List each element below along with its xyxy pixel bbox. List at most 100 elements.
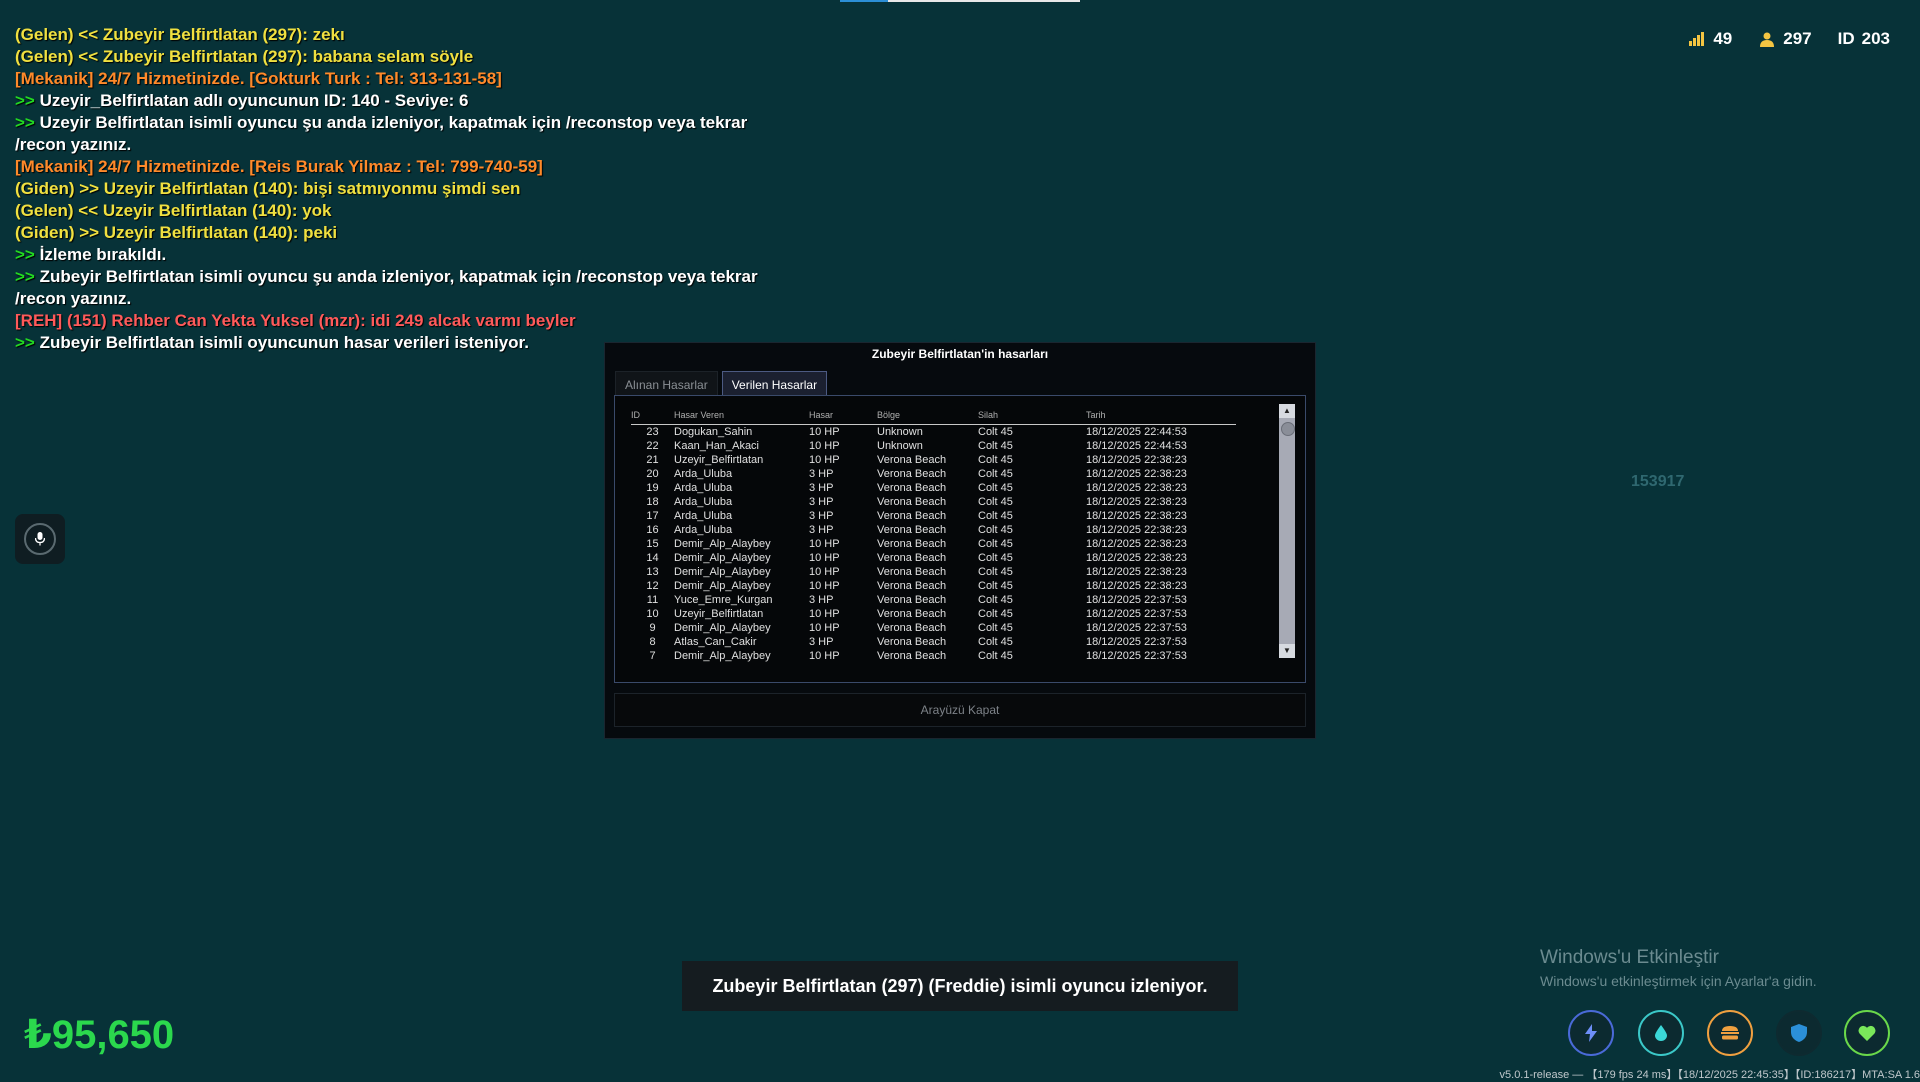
chat-text: [REH] (151) Rehber Can Yekta Yuksel (mzr… (15, 311, 576, 330)
signal-icon (1688, 31, 1706, 47)
chat-line: >> Uzeyir Belfirtlatan isimli oyuncu şu … (15, 112, 795, 156)
cell-date: 18/12/2025 22:38:23 (1086, 580, 1187, 592)
cell-damage: 3 HP (809, 496, 834, 508)
table-row[interactable]: 19 Arda_Uluba 3 HP Verona Beach Colt 45 18/12… (631, 481, 1236, 495)
cell-damage: 10 HP (809, 538, 840, 550)
chat-line: [REH] (151) Rehber Can Yekta Yuksel (mzr… (15, 310, 795, 332)
scroll-up-icon[interactable]: ▲ (1279, 404, 1295, 418)
col-id[interactable]: ID (631, 408, 674, 425)
table-row[interactable]: 12 Demir_Alp_Alaybey 10 HP Verona Beach Colt… (631, 579, 1236, 593)
chat-line: (Gelen) << Zubeyir Belfirtlatan (297): b… (15, 46, 795, 68)
chat-prefix: >> (15, 267, 35, 286)
table-row[interactable]: 9 Demir_Alp_Alaybey 10 HP Verona Beach Colt … (631, 621, 1236, 635)
table-row[interactable]: 15 Demir_Alp_Alaybey 10 HP Verona Beach Colt… (631, 537, 1236, 551)
cell-region: Unknown (877, 440, 923, 452)
cell-weapon: Colt 45 (978, 426, 1013, 438)
close-interface-button[interactable]: Arayüzü Kapat (614, 693, 1306, 727)
cell-region: Verona Beach (877, 650, 947, 662)
table-scrollbar[interactable]: ▲ ▼ (1279, 404, 1295, 658)
cell-weapon: Colt 45 (978, 608, 1013, 620)
table-row[interactable]: 13 Demir_Alp_Alaybey 10 HP Verona Beach Colt… (631, 565, 1236, 579)
col-attacker[interactable]: Hasar Veren (674, 408, 809, 425)
cell-weapon: Colt 45 (978, 622, 1013, 634)
tab-received-damage[interactable]: Alınan Hasarlar (615, 371, 718, 398)
table-row[interactable]: 22 Kaan_Han_Akaci 10 HP Unknown Colt 45 18/12… (631, 439, 1236, 453)
chat-text: Zubeyir Belfirtlatan isimli oyuncunun ha… (39, 333, 529, 352)
table-row[interactable]: 8 Atlas_Can_Cakir 3 HP Verona Beach Colt 45 1… (631, 635, 1236, 649)
chat-line: >> Zubeyir Belfirtlatan isimli oyuncu şu… (15, 266, 795, 310)
cell-date: 18/12/2025 22:38:23 (1086, 566, 1187, 578)
chat-text: [Mekanik] 24/7 Hizmetinizde. [Gokturk Tu… (15, 69, 502, 88)
voice-chat-button[interactable] (15, 514, 65, 564)
cell-id: 9 (649, 622, 656, 634)
cell-date: 18/12/2025 22:37:53 (1086, 594, 1187, 606)
cell-damage: 10 HP (809, 622, 840, 634)
cell-date: 18/12/2025 22:38:23 (1086, 454, 1187, 466)
water-drop-icon (1638, 1010, 1684, 1056)
cell-damage: 3 HP (809, 594, 834, 606)
tab-dealt-damage[interactable]: Verilen Hasarlar (721, 371, 828, 398)
scroll-thumb[interactable] (1281, 422, 1295, 436)
col-date[interactable]: Tarih (1086, 408, 1236, 425)
col-weapon[interactable]: Silah (978, 408, 1086, 425)
damage-table-panel: ID Hasar Veren Hasar Bölge Silah Tarih 2… (614, 395, 1306, 683)
cell-id: 21 (646, 454, 659, 466)
top-progress-strip (840, 0, 1080, 2)
ping-stat: 49 (1688, 29, 1732, 49)
table-row[interactable]: 7 Demir_Alp_Alaybey 10 HP Verona Beach Colt … (631, 649, 1236, 663)
cell-attacker: Arda_Uluba (674, 468, 733, 480)
cell-attacker: Yuce_Emre_Kurgan (674, 594, 773, 606)
activation-subtitle: Windows'u etkinleştirmek için Ayarlar'a … (1540, 973, 1817, 989)
cell-region: Verona Beach (877, 454, 947, 466)
cell-date: 18/12/2025 22:38:23 (1086, 468, 1187, 480)
cell-weapon: Colt 45 (978, 650, 1013, 662)
col-region[interactable]: Bölge (877, 408, 978, 425)
table-row[interactable]: 17 Arda_Uluba 3 HP Verona Beach Colt 45 18/12… (631, 509, 1236, 523)
cell-attacker: Arda_Uluba (674, 482, 733, 494)
cell-attacker: Arda_Uluba (674, 524, 733, 536)
cell-weapon: Colt 45 (978, 594, 1013, 606)
table-row[interactable]: 20 Arda_Uluba 3 HP Verona Beach Colt 45 18/12… (631, 467, 1236, 481)
chat-text: Zubeyir Belfirtlatan isimli oyuncu şu an… (15, 267, 758, 308)
table-row[interactable]: 14 Demir_Alp_Alaybey 10 HP Verona Beach Colt… (631, 551, 1236, 565)
chat-text: [Mekanik] 24/7 Hizmetinizde. [Reis Burak… (15, 157, 543, 176)
top-progress-segment (840, 0, 888, 2)
cell-damage: 3 HP (809, 636, 834, 648)
table-row[interactable]: 11 Yuce_Emre_Kurgan 3 HP Verona Beach Colt 4… (631, 593, 1236, 607)
ping-value: 49 (1713, 29, 1733, 48)
cell-weapon: Colt 45 (978, 566, 1013, 578)
table-row[interactable]: 10 Uzeyir_Belfirtlatan 10 HP Verona Beach Co… (631, 607, 1236, 621)
faded-number: 153917 (1631, 473, 1685, 490)
scroll-down-icon[interactable]: ▼ (1279, 644, 1295, 658)
cell-weapon: Colt 45 (978, 636, 1013, 648)
id-label: ID (1837, 29, 1855, 48)
cell-damage: 10 HP (809, 440, 840, 452)
table-row[interactable]: 23 Dogukan_Sahin 10 HP Unknown Colt 45 18/12/… (631, 425, 1236, 440)
chat-line: (Giden) >> Uzeyir Belfirtlatan (140): bi… (15, 178, 795, 200)
cell-weapon: Colt 45 (978, 524, 1013, 536)
shield-icon (1776, 1010, 1822, 1056)
col-damage[interactable]: Hasar (809, 408, 877, 425)
table-row[interactable]: 18 Arda_Uluba 3 HP Verona Beach Colt 45 18/12… (631, 495, 1236, 509)
windows-activation-watermark: Windows'u Etkinleştir Windows'u etkinleş… (1540, 947, 1817, 989)
cell-id: 23 (646, 426, 659, 438)
cell-region: Verona Beach (877, 538, 947, 550)
damage-table: ID Hasar Veren Hasar Bölge Silah Tarih 2… (631, 408, 1236, 663)
table-row[interactable]: 21 Uzeyir_Belfirtlatan 10 HP Verona Beach Co… (631, 453, 1236, 467)
cell-id: 7 (649, 650, 656, 662)
table-row[interactable]: 16 Arda_Uluba 3 HP Verona Beach Colt 45 18/12… (631, 523, 1236, 537)
burger-icon (1707, 1010, 1753, 1056)
chat-text: (Giden) >> Uzeyir Belfirtlatan (140): pe… (15, 223, 338, 242)
lightning-icon (1568, 1010, 1614, 1056)
cell-date: 18/12/2025 22:38:23 (1086, 496, 1187, 508)
cell-region: Verona Beach (877, 510, 947, 522)
server-stats: 49 297 ID 203 (1688, 29, 1890, 49)
chat-prefix: >> (15, 113, 35, 132)
cell-region: Verona Beach (877, 594, 947, 606)
cell-weapon: Colt 45 (978, 580, 1013, 592)
table-header-row: ID Hasar Veren Hasar Bölge Silah Tarih (631, 408, 1236, 425)
chat-line: >> Uzeyir_Belfirtlatan adlı oyuncunun ID… (15, 90, 795, 112)
cell-weapon: Colt 45 (978, 454, 1013, 466)
cell-damage: 10 HP (809, 608, 840, 620)
cell-date: 18/12/2025 22:38:23 (1086, 482, 1187, 494)
